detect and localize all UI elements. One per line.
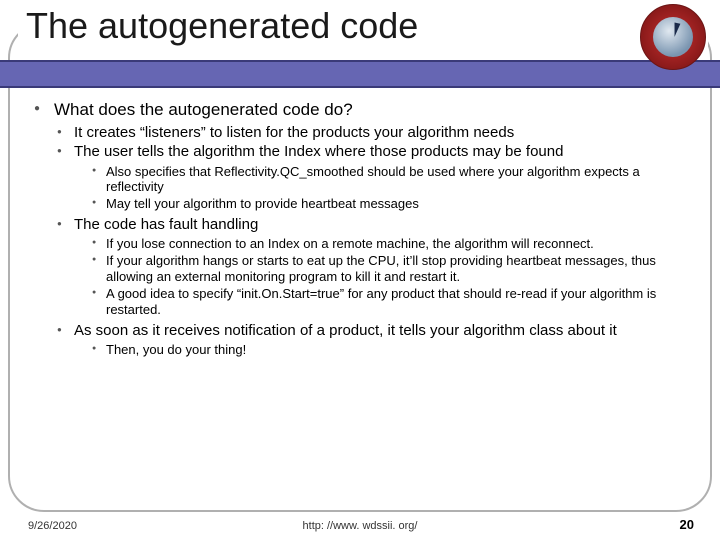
bullet-text: A good idea to specify “init.On.Start=tr… <box>106 286 656 317</box>
lightning-icon <box>672 23 681 38</box>
logo-ring <box>640 4 706 70</box>
bullet-level3: May tell your algorithm to provide heart… <box>90 196 688 212</box>
accent-bar <box>0 60 720 88</box>
slide-title: The autogenerated code <box>26 6 700 46</box>
bullet-text: If your algorithm hangs or starts to eat… <box>106 253 656 284</box>
bullet-text: Also specifies that Reflectivity.QC_smoo… <box>106 164 640 195</box>
page-number: 20 <box>680 517 694 532</box>
bullet-text: It creates “listeners” to listen for the… <box>74 124 514 141</box>
bullet-level3: If your algorithm hangs or starts to eat… <box>90 253 688 285</box>
content-body: What does the autogenerated code do? It … <box>34 100 688 362</box>
bullet-level1: What does the autogenerated code do? It … <box>34 100 688 358</box>
bullet-text: May tell your algorithm to provide heart… <box>106 196 419 211</box>
bullet-level2: As soon as it receives notification of a… <box>54 322 688 358</box>
bullet-level2: It creates “listeners” to listen for the… <box>54 124 688 142</box>
bullet-text: What does the autogenerated code do? <box>54 100 353 119</box>
logo-globe <box>653 17 693 57</box>
footer-url: http: //www. wdssii. org/ <box>0 520 720 532</box>
bullet-level3: A good idea to specify “init.On.Start=tr… <box>90 286 688 318</box>
bullet-level3: Also specifies that Reflectivity.QC_smoo… <box>90 164 688 196</box>
bullet-level3: Then, you do your thing! <box>90 342 688 358</box>
bullet-text: Then, you do your thing! <box>106 342 246 357</box>
bullet-text: The code has fault handling <box>74 216 258 233</box>
bullet-level2: The code has fault handling If you lose … <box>54 216 688 318</box>
bullet-level2: The user tells the algorithm the Index w… <box>54 143 688 212</box>
bullet-text: If you lose connection to an Index on a … <box>106 236 594 251</box>
slide: The autogenerated code What does the aut… <box>0 0 720 540</box>
bullet-level3: If you lose connection to an Index on a … <box>90 236 688 252</box>
bullet-text: As soon as it receives notification of a… <box>74 322 617 339</box>
title-area: The autogenerated code <box>18 6 708 50</box>
bullet-text: The user tells the algorithm the Index w… <box>74 143 563 160</box>
nssl-logo <box>640 4 706 70</box>
